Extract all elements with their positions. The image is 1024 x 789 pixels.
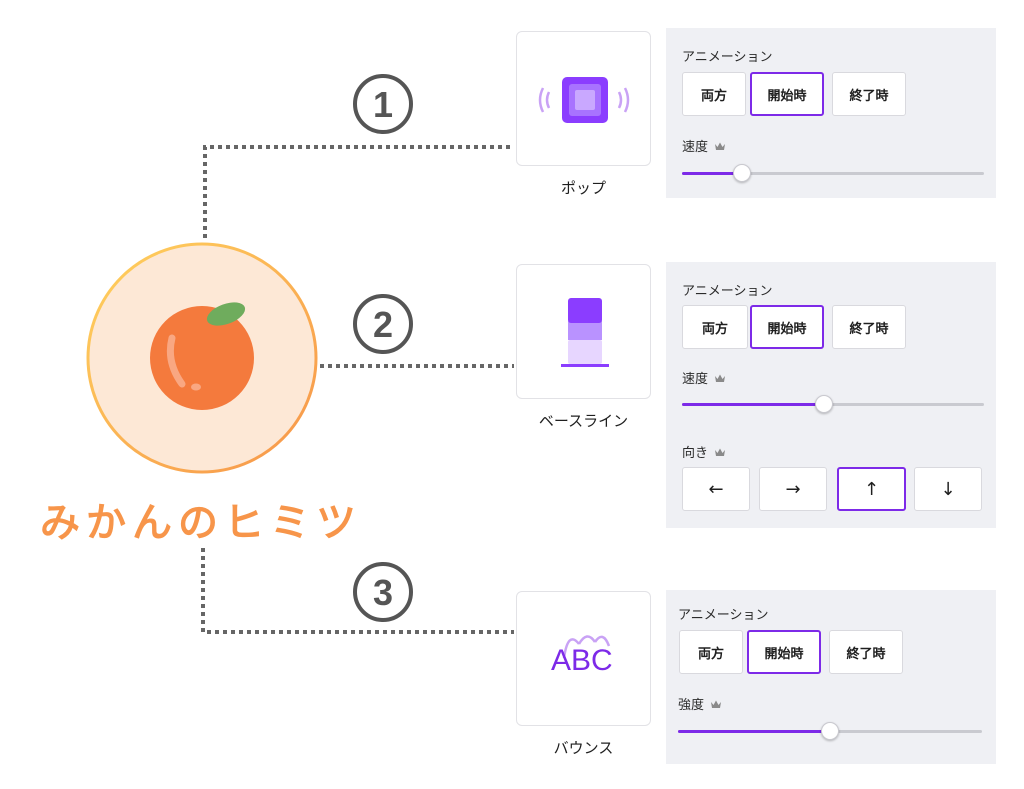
speed-label-row: 速度 (682, 136, 726, 155)
intensity-label-row: 強度 (678, 694, 722, 713)
option-start-button[interactable]: 開始時 (750, 72, 824, 116)
bounce-settings-panel: アニメーション 両方 開始時 終了時 強度 (666, 590, 996, 764)
speed-label: 速度 (682, 372, 709, 387)
hero-title: みかんのヒミツ (40, 500, 362, 546)
speed-label-row: 速度 (682, 368, 726, 387)
direction-label-row: 向き (682, 442, 726, 461)
pop-settings-panel: アニメーション 両方 開始時 終了時 速度 (666, 28, 996, 198)
pop-animation-icon (538, 77, 630, 123)
direction-left-button[interactable]: ← (682, 467, 750, 511)
step-2-number-badge: 2 ② (348, 294, 418, 354)
direction-label: 向き (682, 446, 709, 461)
svg-text:3: 3 (373, 572, 393, 613)
direction-up-button[interactable]: ↑ (837, 467, 906, 511)
option-start-button[interactable]: 開始時 (750, 305, 824, 349)
crown-icon (711, 700, 722, 708)
tangerine-icon (86, 242, 318, 474)
option-end-button[interactable]: 終了時 (832, 72, 906, 116)
intensity-slider[interactable] (678, 722, 982, 740)
speed-label: 速度 (682, 140, 709, 155)
intensity-label: 強度 (678, 698, 705, 713)
option-end-button[interactable]: 終了時 (832, 305, 906, 349)
baseline-label: ベースライン (538, 412, 629, 430)
crown-icon (715, 142, 726, 150)
speed-slider-handle[interactable] (814, 395, 833, 413)
speed-slider-fill (682, 403, 824, 406)
svg-text:1: 1 (373, 84, 393, 125)
option-both-button[interactable]: 両方 (682, 305, 748, 349)
option-both-button[interactable]: 両方 (679, 630, 743, 674)
speed-slider[interactable] (682, 395, 984, 413)
baseline-animation-icon (561, 298, 609, 367)
animation-label: アニメーション (678, 608, 769, 623)
hero-circle (86, 242, 318, 474)
bounce-sample-text: ABC (551, 644, 613, 677)
option-both-button[interactable]: 両方 (682, 72, 746, 116)
direction-down-button[interactable]: ↓ (914, 467, 982, 511)
direction-right-button[interactable]: → (759, 467, 827, 511)
baseline-thumbnail[interactable] (516, 264, 651, 399)
pop-thumbnail[interactable] (516, 31, 651, 166)
bounce-label: バウンス (553, 739, 614, 757)
option-end-button[interactable]: 終了時 (829, 630, 903, 674)
pop-label: ポップ (560, 179, 606, 197)
speed-slider-handle[interactable] (733, 164, 752, 182)
bounce-thumbnail[interactable]: ABC (516, 591, 651, 726)
crown-icon (715, 448, 726, 456)
intensity-slider-handle[interactable] (821, 722, 839, 740)
step-1-number-badge: 1 ① (348, 74, 418, 134)
intensity-slider-fill (678, 730, 830, 733)
animation-label: アニメーション (682, 284, 773, 299)
step-3-number-badge: 3 ③ (348, 562, 418, 622)
animation-label: アニメーション (682, 50, 773, 65)
svg-text:2: 2 (373, 304, 393, 345)
baseline-settings-panel: アニメーション 両方 開始時 終了時 速度 向き ← → ↑ ↓ (666, 262, 996, 528)
crown-icon (715, 374, 726, 382)
option-start-button[interactable]: 開始時 (747, 630, 821, 674)
speed-slider[interactable] (682, 164, 984, 182)
